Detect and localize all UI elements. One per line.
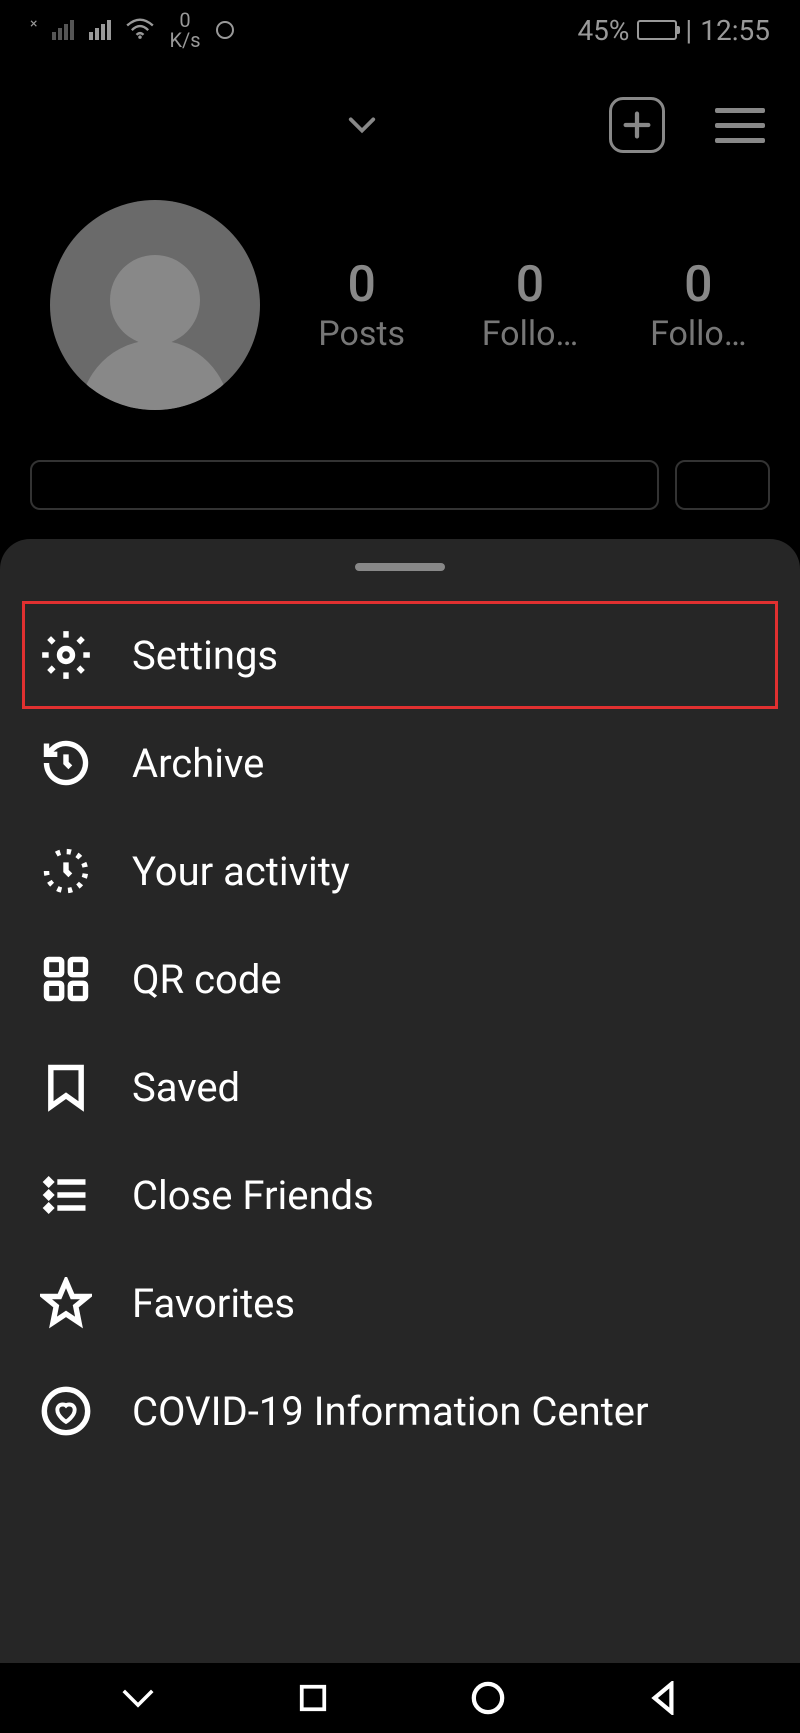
hamburger-menu-button[interactable] [715, 108, 765, 143]
avatar-placeholder-body [80, 340, 230, 410]
username-dropdown[interactable] [35, 110, 559, 140]
edit-profile-button[interactable] [30, 460, 659, 510]
heart-circle-icon [40, 1385, 92, 1437]
menu-item-archive[interactable]: Archive [22, 709, 778, 817]
menu-item-close-friends[interactable]: Close Friends [22, 1141, 778, 1249]
menu-item-qr-code[interactable]: QR code [22, 925, 778, 1033]
profile-header [0, 80, 800, 170]
bookmark-icon [40, 1061, 92, 1113]
menu-label: Close Friends [132, 1172, 374, 1219]
menu-item-your-activity[interactable]: Your activity [22, 817, 778, 925]
star-icon [40, 1277, 92, 1329]
followers-count: 0 [468, 256, 591, 314]
nav-back-button[interactable] [643, 1678, 683, 1718]
wifi-icon [126, 14, 154, 47]
menu-label: Saved [132, 1064, 240, 1111]
stat-following[interactable]: 0 Follo… [637, 256, 760, 354]
menu-item-covid-info[interactable]: COVID-19 Information Center [22, 1357, 778, 1465]
circle-indicator-icon [216, 21, 234, 39]
status-bar: × 0 K/s 45% | 12:55 [0, 0, 800, 60]
menu-list: Settings Archive Your activity QR code S [0, 601, 800, 1465]
chevron-down-icon [347, 110, 377, 140]
create-post-button[interactable] [609, 97, 665, 153]
signal-bars-2-icon [89, 20, 111, 40]
posts-label: Posts [300, 314, 423, 354]
stats-row: 0 Posts 0 Follo… 0 Follo… [300, 256, 760, 354]
clock-time: 12:55 [700, 14, 770, 47]
following-label: Follo… [637, 314, 760, 354]
nav-home-button[interactable] [468, 1678, 508, 1718]
menu-label: QR code [132, 956, 282, 1003]
menu-label: Favorites [132, 1280, 295, 1327]
menu-item-settings[interactable]: Settings [22, 601, 778, 709]
avatar-placeholder-icon [110, 255, 200, 345]
menu-label: Archive [132, 740, 264, 787]
discover-people-button[interactable] [675, 460, 770, 510]
battery-percent: 45% [577, 14, 629, 47]
nav-down-button[interactable] [118, 1678, 158, 1718]
data-rate-value: 0 [169, 10, 200, 30]
divider-icon: | [685, 14, 692, 47]
followers-label: Follo… [468, 314, 591, 354]
close-friends-icon [40, 1169, 92, 1221]
stat-followers[interactable]: 0 Follo… [468, 256, 591, 354]
signal-bars-1-icon [52, 20, 74, 40]
menu-label: Settings [132, 632, 278, 679]
data-rate-unit: K/s [169, 30, 200, 50]
activity-icon [40, 845, 92, 897]
edit-profile-row [0, 440, 800, 510]
no-signal-icon: × [30, 16, 37, 32]
posts-count: 0 [300, 256, 423, 314]
menu-label: Your activity [132, 848, 350, 895]
menu-label: COVID-19 Information Center [132, 1388, 649, 1435]
menu-item-saved[interactable]: Saved [22, 1033, 778, 1141]
stat-posts[interactable]: 0 Posts [300, 256, 423, 354]
following-count: 0 [637, 256, 760, 314]
battery-icon [637, 20, 677, 40]
nav-recent-button[interactable] [293, 1678, 333, 1718]
archive-icon [40, 737, 92, 789]
qr-code-icon [40, 953, 92, 1005]
status-left: × 0 K/s [30, 10, 234, 50]
gear-icon [40, 629, 92, 681]
avatar[interactable] [50, 200, 260, 410]
sheet-drag-handle[interactable] [355, 563, 445, 571]
android-nav-bar [0, 1663, 800, 1733]
bottom-sheet-menu: Settings Archive Your activity QR code S [0, 539, 800, 1663]
status-right: 45% | 12:55 [577, 14, 770, 47]
menu-item-favorites[interactable]: Favorites [22, 1249, 778, 1357]
data-rate: 0 K/s [169, 10, 200, 50]
profile-stats: 0 Posts 0 Follo… 0 Follo… [0, 170, 800, 440]
